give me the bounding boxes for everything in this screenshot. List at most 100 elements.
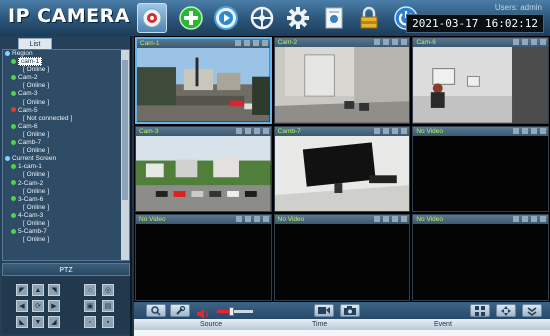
close-icon[interactable]	[401, 216, 408, 223]
record-icon[interactable]	[374, 127, 381, 134]
record-icon[interactable]	[512, 216, 519, 223]
video-cell[interactable]: No Video	[412, 125, 549, 213]
snapshot-icon[interactable]	[530, 216, 537, 223]
search-button[interactable]	[146, 304, 166, 317]
audio-icon[interactable]	[383, 127, 390, 134]
tree-label: Camb-7	[18, 139, 42, 147]
ptz-auto-button[interactable]: ⟳	[32, 300, 44, 312]
audio-icon[interactable]	[244, 216, 251, 223]
ptz-right-button[interactable]: ▶	[48, 300, 60, 312]
ptz-down-button[interactable]: ▼	[32, 316, 44, 328]
video-cell[interactable]: No Video	[135, 214, 272, 301]
record-icon[interactable]	[512, 127, 519, 134]
ptz-control-button[interactable]	[247, 3, 277, 33]
snapshot-icon[interactable]	[392, 216, 399, 223]
record-icon[interactable]	[234, 40, 241, 46]
iris-open-button[interactable]: ▪	[102, 316, 114, 328]
snapshot-icon[interactable]	[530, 127, 537, 134]
snapshot-icon[interactable]	[392, 127, 399, 134]
tree-camera-item[interactable]: Cam-6	[3, 123, 121, 131]
tree-group[interactable]: Current Screen	[3, 155, 121, 163]
video-cell[interactable]: Camb-7	[273, 125, 411, 213]
close-icon[interactable]	[262, 216, 269, 223]
zoom-out-button[interactable]: ○	[84, 284, 96, 296]
record-button[interactable]	[314, 304, 334, 317]
tree-camera-item[interactable]: 4-Cam-3	[3, 212, 121, 220]
fullscreen-button[interactable]	[496, 304, 516, 317]
tree-camera-item[interactable]: Cam-5	[3, 107, 121, 115]
record-icon[interactable]	[235, 216, 242, 223]
close-icon[interactable]	[262, 127, 269, 134]
camera-status-icon	[11, 180, 16, 186]
audio-icon[interactable]	[244, 127, 251, 134]
audio-icon[interactable]	[521, 127, 528, 134]
video-cell[interactable]: Cam-3	[135, 125, 272, 213]
focus-far-button[interactable]: ▤	[102, 300, 114, 312]
close-icon[interactable]	[261, 40, 268, 46]
audio-icon[interactable]	[521, 216, 528, 223]
tree-camera-item[interactable]: Camb-7	[3, 139, 121, 147]
snapshot-button[interactable]	[340, 304, 360, 317]
volume-knob[interactable]	[229, 307, 234, 316]
column-event[interactable]: Event	[434, 319, 452, 330]
ptz-up-left-button[interactable]: ◤	[16, 284, 28, 296]
tools-button[interactable]	[170, 304, 190, 317]
ptz-down-left-button[interactable]: ◣	[16, 316, 28, 328]
video-cell-title: No Video	[416, 216, 443, 224]
close-icon[interactable]	[401, 127, 408, 134]
video-cell[interactable]: Cam-2	[273, 37, 411, 124]
playback-button[interactable]	[211, 3, 241, 33]
record-icon[interactable]	[374, 39, 381, 45]
tree-scrollbar[interactable]	[121, 50, 129, 260]
camera-view-button[interactable]	[137, 3, 167, 33]
snapshot-icon[interactable]	[392, 39, 399, 45]
snapshot-icon[interactable]	[253, 216, 260, 223]
snapshot-icon[interactable]	[253, 127, 260, 134]
layout-button[interactable]	[470, 304, 490, 317]
ptz-up-right-button[interactable]: ◥	[48, 284, 60, 296]
iris-close-button[interactable]: ▫	[84, 316, 96, 328]
focus-near-button[interactable]: ▣	[84, 300, 96, 312]
video-cell[interactable]: No Video	[412, 214, 549, 301]
tree-camera-item[interactable]: cam-1	[3, 57, 121, 67]
collapse-button[interactable]	[522, 304, 542, 317]
video-cell[interactable]: Cam-6	[412, 37, 549, 124]
tree-camera-item[interactable]: Cam-2	[3, 74, 121, 82]
column-time[interactable]: Time	[312, 319, 327, 330]
record-icon[interactable]	[512, 39, 519, 45]
close-icon[interactable]	[539, 39, 546, 45]
record-icon[interactable]	[235, 127, 242, 134]
ptz-left-button[interactable]: ◀	[16, 300, 28, 312]
audio-icon[interactable]	[383, 39, 390, 45]
tree-camera-item[interactable]: 2-Cam-2	[3, 180, 121, 188]
close-icon[interactable]	[539, 216, 546, 223]
tree-camera-item[interactable]: 1-cam-1	[3, 163, 121, 171]
device-config-button[interactable]	[319, 3, 349, 33]
tree-camera-item[interactable]: 3-Cam-6	[3, 196, 121, 204]
tree-status: [ Online ]	[3, 171, 121, 179]
audio-icon[interactable]	[243, 40, 250, 46]
zoom-in-button[interactable]: ◎	[102, 284, 114, 296]
snapshot-icon[interactable]	[530, 39, 537, 45]
lock-button[interactable]	[354, 3, 384, 33]
audio-icon[interactable]	[521, 39, 528, 45]
volume-slider[interactable]	[217, 307, 253, 316]
add-device-button[interactable]	[176, 3, 206, 33]
close-icon[interactable]	[401, 39, 408, 45]
video-cell[interactable]: Cam-1	[135, 37, 272, 124]
snapshot-icon[interactable]	[252, 40, 259, 46]
tree-camera-item[interactable]: Cam-3	[3, 90, 121, 98]
settings-button[interactable]	[283, 3, 313, 33]
tree-camera-item[interactable]: 5-Camb-7	[3, 228, 121, 236]
ptz-down-right-button[interactable]: ◢	[48, 316, 60, 328]
ptz-up-button[interactable]: ▲	[32, 284, 44, 296]
column-source[interactable]: Source	[200, 319, 222, 330]
tree-scroll-thumb[interactable]	[122, 60, 128, 200]
tab-list[interactable]: List	[18, 38, 52, 49]
tree-status: [ Online ]	[3, 66, 121, 74]
record-icon[interactable]	[374, 216, 381, 223]
close-icon[interactable]	[539, 127, 546, 134]
audio-icon[interactable]	[383, 216, 390, 223]
empty-video	[136, 224, 271, 300]
video-cell[interactable]: No Video	[273, 214, 411, 301]
